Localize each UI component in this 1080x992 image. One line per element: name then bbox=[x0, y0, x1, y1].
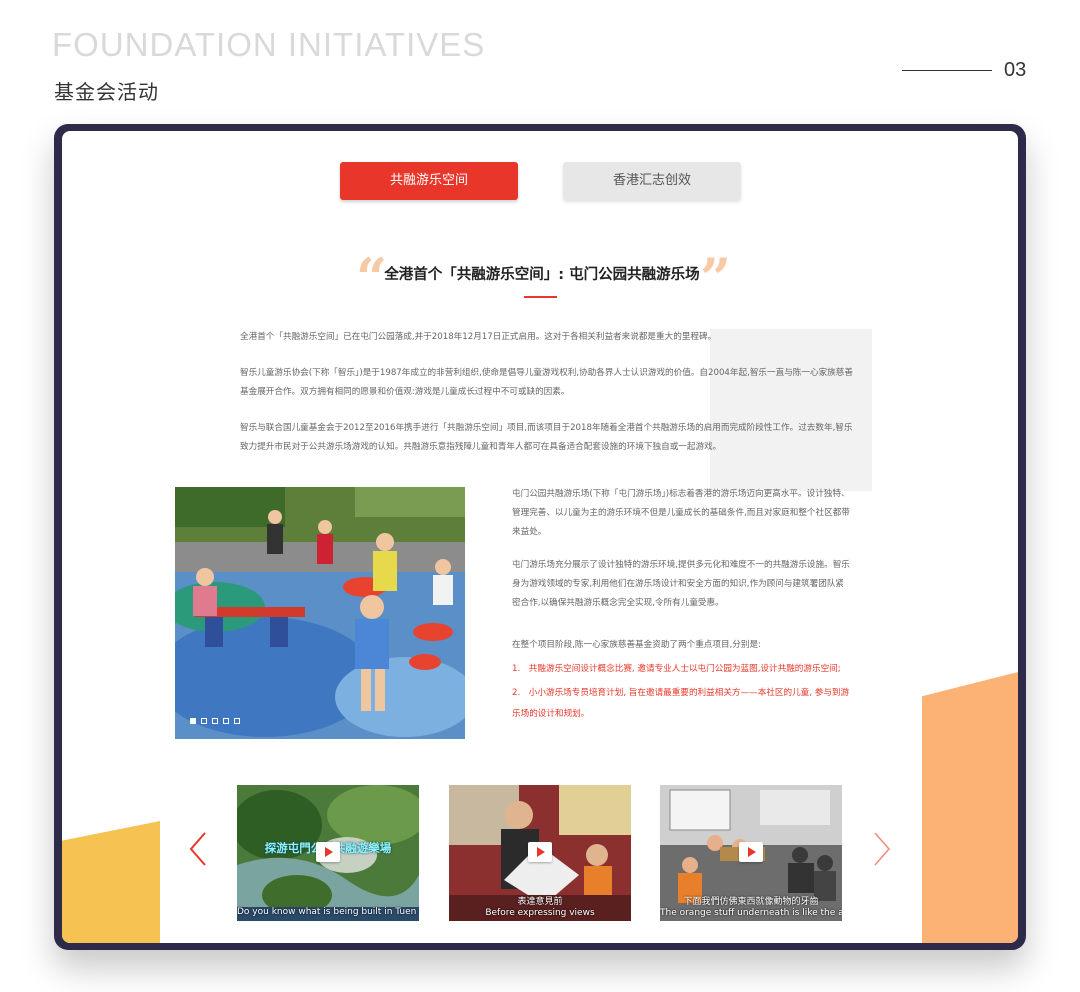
paragraph-tuen-mun: 屯门公园共融游乐场(下称「屯门游乐场」)标志着香港的游乐场迈向更高水平。设计独特… bbox=[512, 489, 850, 537]
slider-dot[interactable] bbox=[201, 718, 207, 724]
video-caption: Before expressing views bbox=[485, 908, 595, 918]
decor-orange-shape bbox=[922, 671, 1018, 943]
close-quote-icon: ” bbox=[700, 246, 732, 310]
play-icon[interactable] bbox=[739, 842, 763, 862]
paragraph-design: 屯门游乐场充分展示了设计独特的游乐环境,提供多元化和难度不一的共融游乐设施。智乐… bbox=[512, 560, 850, 608]
video-caption: The orange stuff underneath is like the … bbox=[660, 908, 842, 918]
video-caption: Do you know what is being built in Tuen … bbox=[237, 907, 419, 917]
tab-inclusive-play-space[interactable]: 共融游乐空间 bbox=[340, 162, 518, 200]
tab-hk-collective-impact[interactable]: 香港汇志创效 bbox=[563, 162, 741, 200]
playground-photo bbox=[175, 487, 465, 739]
paragraph-funding: 在整个项目阶段,陈一心家族慈善基金资助了两个重点项目,分别是: bbox=[512, 640, 761, 650]
page-header-en: FOUNDATION INITIATIVES bbox=[52, 26, 486, 63]
paragraph-playright: 智乐儿童游乐协会(下称「智乐」)是于1987年成立的非营利组织,使命是倡导儿童游… bbox=[240, 368, 853, 397]
title-underline bbox=[524, 296, 557, 298]
paragraph-unicef: 智乐与联合国儿童基金会于2012至2016年携手进行「共融游乐空间」项目,而该项… bbox=[240, 423, 853, 452]
article-title: 全港首个「共融游乐空间」: 屯门公园共融游乐场 bbox=[384, 267, 700, 283]
slider-dot[interactable] bbox=[234, 718, 240, 724]
play-icon[interactable] bbox=[316, 842, 340, 862]
playground-photo-slider[interactable] bbox=[175, 487, 465, 739]
page-number-line bbox=[902, 70, 992, 71]
slider-dots bbox=[190, 718, 240, 724]
decor-gray-block bbox=[710, 329, 872, 491]
slider-dot[interactable] bbox=[212, 718, 218, 724]
chevron-right-icon[interactable] bbox=[872, 831, 892, 867]
decor-yellow-shape bbox=[62, 821, 160, 943]
video-caption-cn: 下面我們仿佛東西就像動物的牙齒 bbox=[683, 897, 819, 907]
video-thumbnail[interactable]: 探游屯門公園共融遊樂場 Do you know what is being bu… bbox=[237, 785, 419, 921]
chevron-left-icon[interactable] bbox=[188, 831, 208, 867]
play-icon[interactable] bbox=[528, 842, 552, 862]
video-thumbnail[interactable]: 下面我們仿佛東西就像動物的牙齒 The orange stuff underne… bbox=[660, 785, 842, 921]
video-thumbnail[interactable]: 表達意見前 Before expressing views bbox=[449, 785, 631, 921]
page-header-cn: 基金会活动 bbox=[54, 80, 159, 104]
slider-dot[interactable] bbox=[190, 718, 196, 724]
highlight-item: 1. 共融游乐空间设计概念比赛, 邀请专业人士以屯门公园为蓝图,设计共融的游乐空… bbox=[512, 664, 841, 674]
paragraph-intro: 全港首个「共融游乐空间」已在屯门公园落成,并于2018年12月17日正式启用。这… bbox=[240, 332, 717, 342]
page-number: 03 bbox=[1004, 59, 1027, 81]
highlight-item: 2. 小小游乐场专员培育计划, 旨在邀请最重要的利益相关方——本社区的儿童, 参… bbox=[512, 688, 850, 719]
slider-dot[interactable] bbox=[223, 718, 229, 724]
video-caption-cn: 表達意見前 bbox=[517, 897, 563, 907]
device-frame: 共融游乐空间 香港汇志创效 “ 全港首个「共融游乐空间」: 屯门公园共融游乐场 … bbox=[54, 124, 1026, 950]
web-page-screen: 共融游乐空间 香港汇志创效 “ 全港首个「共融游乐空间」: 屯门公园共融游乐场 … bbox=[62, 131, 1018, 943]
